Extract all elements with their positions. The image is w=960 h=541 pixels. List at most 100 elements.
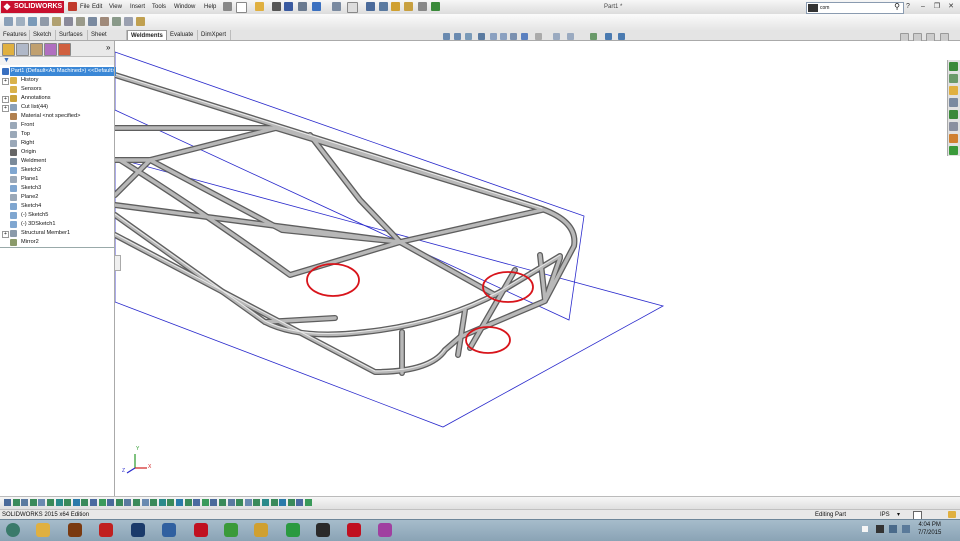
taskbar-item-acrobat[interactable] bbox=[95, 521, 117, 539]
isolate-icon[interactable] bbox=[12, 499, 20, 506]
trim-extend-icon[interactable] bbox=[28, 17, 37, 26]
zoom-icon[interactable] bbox=[21, 499, 29, 506]
tab-surfaces[interactable]: Surfaces bbox=[56, 30, 88, 40]
view-orientation-icon[interactable] bbox=[490, 33, 497, 40]
feature-tree-tab-icon[interactable] bbox=[2, 43, 15, 56]
section-view-icon[interactable] bbox=[478, 33, 485, 40]
zoom-to-fit-icon[interactable] bbox=[443, 33, 450, 40]
extruded-cut-icon[interactable] bbox=[88, 17, 97, 26]
tree-item-plane2[interactable]: Plane2 bbox=[0, 193, 114, 202]
tree-root-part[interactable]: Part1 (Default<As Machined>) <<Default> bbox=[0, 67, 117, 76]
print-icon[interactable] bbox=[272, 2, 281, 11]
monitor-icon[interactable] bbox=[605, 33, 612, 40]
taskbar-item-start-orb[interactable] bbox=[2, 521, 24, 539]
convert-icon[interactable] bbox=[219, 499, 226, 506]
weldment-icon[interactable] bbox=[4, 17, 13, 26]
extruded-boss-icon[interactable] bbox=[40, 17, 49, 26]
zoom-to-area-icon[interactable] bbox=[454, 33, 461, 40]
search-icon[interactable]: ⚲ bbox=[894, 2, 900, 12]
taskbar-item-picasa[interactable] bbox=[374, 521, 396, 539]
restore-button[interactable]: ❐ bbox=[932, 2, 942, 12]
taskbar-item-solidworks-2014[interactable] bbox=[343, 521, 365, 539]
weldment-model[interactable] bbox=[112, 41, 960, 496]
weld-bead-icon[interactable] bbox=[76, 17, 85, 26]
redo-icon[interactable] bbox=[332, 2, 341, 11]
dimxpert-manager-tab-icon[interactable] bbox=[44, 43, 57, 56]
taskbar-item-nav-arrow[interactable] bbox=[158, 521, 180, 539]
expand-panel-icon[interactable]: » bbox=[106, 43, 110, 52]
tab-dimxpert[interactable]: DimXpert bbox=[198, 30, 231, 40]
taskbar-item-edrawings[interactable] bbox=[250, 521, 272, 539]
tree-item-sketch3[interactable]: Sketch3 bbox=[0, 184, 114, 193]
structural-member-icon[interactable] bbox=[16, 17, 25, 26]
copy-icon[interactable] bbox=[244, 499, 252, 506]
line-icon[interactable] bbox=[55, 499, 63, 506]
end-cap-icon[interactable] bbox=[64, 17, 73, 26]
quick-snaps-icon[interactable] bbox=[193, 499, 201, 506]
taskbar-item-file-explorer[interactable] bbox=[32, 521, 54, 539]
linear-pattern-icon[interactable] bbox=[141, 499, 149, 506]
repair-icon[interactable] bbox=[184, 499, 192, 506]
custom-properties-icon[interactable] bbox=[949, 122, 958, 131]
tree-item-history[interactable]: + History bbox=[0, 76, 114, 85]
tree-item-material-not-specified[interactable]: Material <not specified> bbox=[0, 112, 114, 121]
view-settings-icon[interactable] bbox=[553, 33, 560, 40]
menu-pin-icon[interactable] bbox=[68, 2, 77, 11]
tree-item-cut-list-44[interactable]: + Cut list(44) bbox=[0, 103, 114, 112]
taskbar-item-solidworks-2015[interactable] bbox=[190, 521, 212, 539]
tab-evaluate[interactable]: Evaluate bbox=[167, 30, 198, 40]
trim-icon[interactable] bbox=[115, 499, 123, 506]
edit-appearance-icon[interactable] bbox=[521, 33, 528, 40]
previous-view-icon[interactable] bbox=[465, 33, 472, 40]
rectangle-icon[interactable] bbox=[64, 499, 72, 506]
display-manager-tab-icon[interactable] bbox=[58, 43, 71, 56]
apply-scene-icon[interactable] bbox=[535, 33, 542, 40]
tree-item-3dsketch1[interactable]: (-) 3DSketch1 bbox=[0, 220, 114, 229]
minimize-button[interactable]: – bbox=[918, 2, 928, 12]
intersect-icon[interactable] bbox=[227, 499, 235, 506]
centerline-icon[interactable] bbox=[107, 499, 115, 506]
expand-icon[interactable]: + bbox=[2, 105, 9, 112]
panel-splitter[interactable] bbox=[114, 41, 115, 499]
chamfer-icon[interactable] bbox=[112, 17, 121, 26]
expand-icon[interactable]: + bbox=[2, 96, 9, 103]
graphics-area[interactable] bbox=[112, 41, 960, 496]
tab-sheet-metal[interactable]: Sheet Metal bbox=[88, 30, 127, 48]
plane-sketch-icon[interactable] bbox=[287, 499, 295, 506]
scale-icon[interactable] bbox=[262, 499, 269, 506]
hole-wizard-icon[interactable] bbox=[100, 17, 109, 26]
pan-icon[interactable] bbox=[38, 499, 46, 506]
tab-sketch[interactable]: Sketch bbox=[30, 30, 56, 40]
expand-icon[interactable]: + bbox=[2, 231, 9, 238]
taskbar-item-spotify[interactable] bbox=[312, 521, 334, 539]
menu-tools[interactable]: Tools bbox=[152, 0, 166, 14]
tray-up-arrow-icon[interactable] bbox=[862, 526, 868, 532]
tree-filter[interactable]: ▼ bbox=[0, 57, 114, 65]
taskbar-item-hangouts[interactable] bbox=[282, 521, 304, 539]
tree-item-right[interactable]: Right bbox=[0, 139, 114, 148]
instant-3d-icon[interactable] bbox=[210, 499, 218, 506]
solidworks-logo[interactable]: ❖ SOLIDWORKS bbox=[1, 1, 64, 13]
reference-geometry-icon[interactable] bbox=[124, 17, 133, 26]
forum-icon[interactable] bbox=[949, 134, 958, 143]
view-palette-icon[interactable] bbox=[949, 98, 958, 107]
menu-help[interactable]: Help bbox=[204, 0, 216, 14]
rotate-icon[interactable] bbox=[29, 499, 37, 506]
taskbar-item-illustrator[interactable] bbox=[64, 521, 86, 539]
view-icon[interactable] bbox=[47, 499, 54, 506]
display-style-icon[interactable] bbox=[500, 33, 507, 40]
offset-icon[interactable] bbox=[124, 499, 132, 506]
block-icon[interactable] bbox=[296, 499, 304, 506]
save-icon[interactable] bbox=[284, 2, 293, 11]
undo-icon[interactable] bbox=[312, 2, 321, 11]
system-clock[interactable]: 4:04 PM 7/7/2015 bbox=[918, 521, 941, 537]
rotate-entities-icon[interactable] bbox=[253, 499, 261, 506]
network-icon[interactable] bbox=[889, 525, 897, 533]
tray-app-icon[interactable] bbox=[876, 525, 884, 533]
tree-item-sketch5[interactable]: (-) Sketch5 bbox=[0, 211, 114, 220]
menu-edit[interactable]: Edit bbox=[92, 0, 102, 14]
fillet-icon[interactable] bbox=[150, 499, 158, 506]
menu-insert[interactable]: Insert bbox=[130, 0, 145, 14]
move-icon[interactable] bbox=[236, 499, 244, 506]
spline-icon[interactable] bbox=[90, 499, 97, 506]
